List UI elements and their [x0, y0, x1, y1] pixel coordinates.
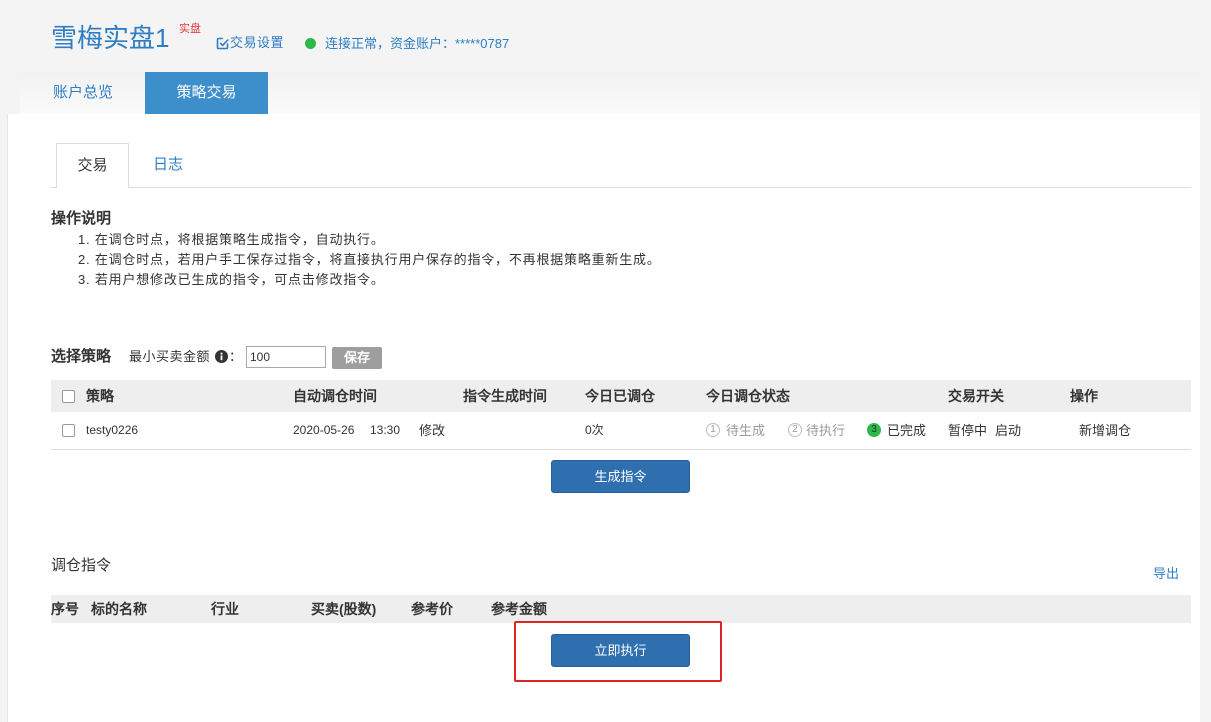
modify-time-link[interactable]: 修改 [419, 412, 445, 449]
select-all-checkbox[interactable] [62, 390, 75, 403]
orders-title: 调仓指令 [51, 557, 112, 574]
select-strategy-title: 选择策略 [51, 348, 112, 365]
export-link[interactable]: 导出 [1153, 565, 1179, 583]
column-header-strategy: 策略 [86, 388, 114, 404]
row-checkbox[interactable] [62, 424, 75, 437]
column-header-gen-time: 指令生成时间 [463, 388, 547, 404]
strategy-name-link[interactable]: testy0226 [86, 412, 138, 449]
column-header-security-name: 标的名称 [91, 601, 147, 617]
sub-tab-trade[interactable]: 交易 [56, 143, 129, 188]
edit-square-icon [216, 37, 229, 49]
column-header-trade-switch: 交易开关 [948, 388, 1004, 404]
column-header-ref-price: 参考价 [411, 601, 453, 617]
account-type-badge: 实盘 [179, 23, 201, 35]
instruction-item: 3. 若用户想修改已生成的指令，可点击修改指令。 [78, 272, 385, 287]
generate-orders-button[interactable]: 生成指令 [551, 460, 690, 493]
step-number: 1 [706, 423, 720, 437]
column-header-shares: 买卖(股数) [311, 601, 377, 617]
column-header-today-status: 今日调仓状态 [706, 388, 790, 404]
status-dot-icon [305, 38, 316, 49]
min-amount-label: 最小买卖金额 [129, 349, 211, 364]
column-header-industry: 行业 [211, 601, 239, 617]
add-rebalance-link[interactable]: 新增调仓 [1079, 412, 1131, 449]
step-number-done: 3 [867, 423, 881, 437]
save-button[interactable]: 保存 [332, 347, 382, 369]
start-trading-link[interactable]: 启动 [995, 412, 1021, 449]
today-rebalance-count: 0次 [585, 423, 604, 437]
step-label-pending-generate: 待生成 [726, 423, 766, 438]
sub-tab-divider [51, 187, 1191, 188]
page-title: 雪梅实盘1 [51, 23, 170, 53]
trade-switch-state: 暂停中 [948, 423, 988, 438]
connection-status: 连接正常，资金账户：*****0787 [325, 36, 510, 51]
trade-settings-link[interactable]: 交易设置 [216, 34, 284, 52]
info-circle-icon[interactable] [215, 350, 228, 363]
min-amount-colon: ： [229, 349, 243, 364]
step-label-completed: 已完成 [887, 423, 927, 438]
auto-rebalance-date: 2020-05-26 [293, 423, 355, 437]
tab-account-overview[interactable]: 账户总览 [31, 72, 135, 114]
page: 雪梅实盘1 实盘 交易设置 连接正常，资金账户：*****0787 账户总览 策… [0, 0, 1211, 722]
step-number: 2 [788, 423, 802, 437]
tab-strategy-trading[interactable]: 策略交易 [145, 72, 268, 114]
min-amount-input[interactable] [246, 346, 326, 368]
trade-settings-label: 交易设置 [230, 35, 285, 50]
table-row-divider [51, 449, 1191, 450]
column-header-actions: 操作 [1070, 388, 1098, 404]
instructions-title: 操作说明 [51, 210, 112, 227]
highlight-box [514, 621, 722, 682]
column-header-ref-amount: 参考金额 [491, 601, 547, 617]
column-header-auto-time: 自动调仓时间 [293, 388, 377, 404]
column-header-today-count: 今日已调仓 [585, 388, 655, 404]
instruction-item: 2. 在调仓时点，若用户手工保存过指令，将直接执行用户保存的指令，不再根据策略重… [78, 252, 661, 267]
instruction-item: 1. 在调仓时点，将根据策略生成指令，自动执行。 [78, 232, 385, 247]
step-label-pending-execute: 待执行 [806, 423, 846, 438]
auto-rebalance-time: 13:30 [370, 423, 401, 437]
sub-tab-log[interactable]: 日志 [137, 143, 199, 187]
column-header-index: 序号 [51, 601, 79, 617]
